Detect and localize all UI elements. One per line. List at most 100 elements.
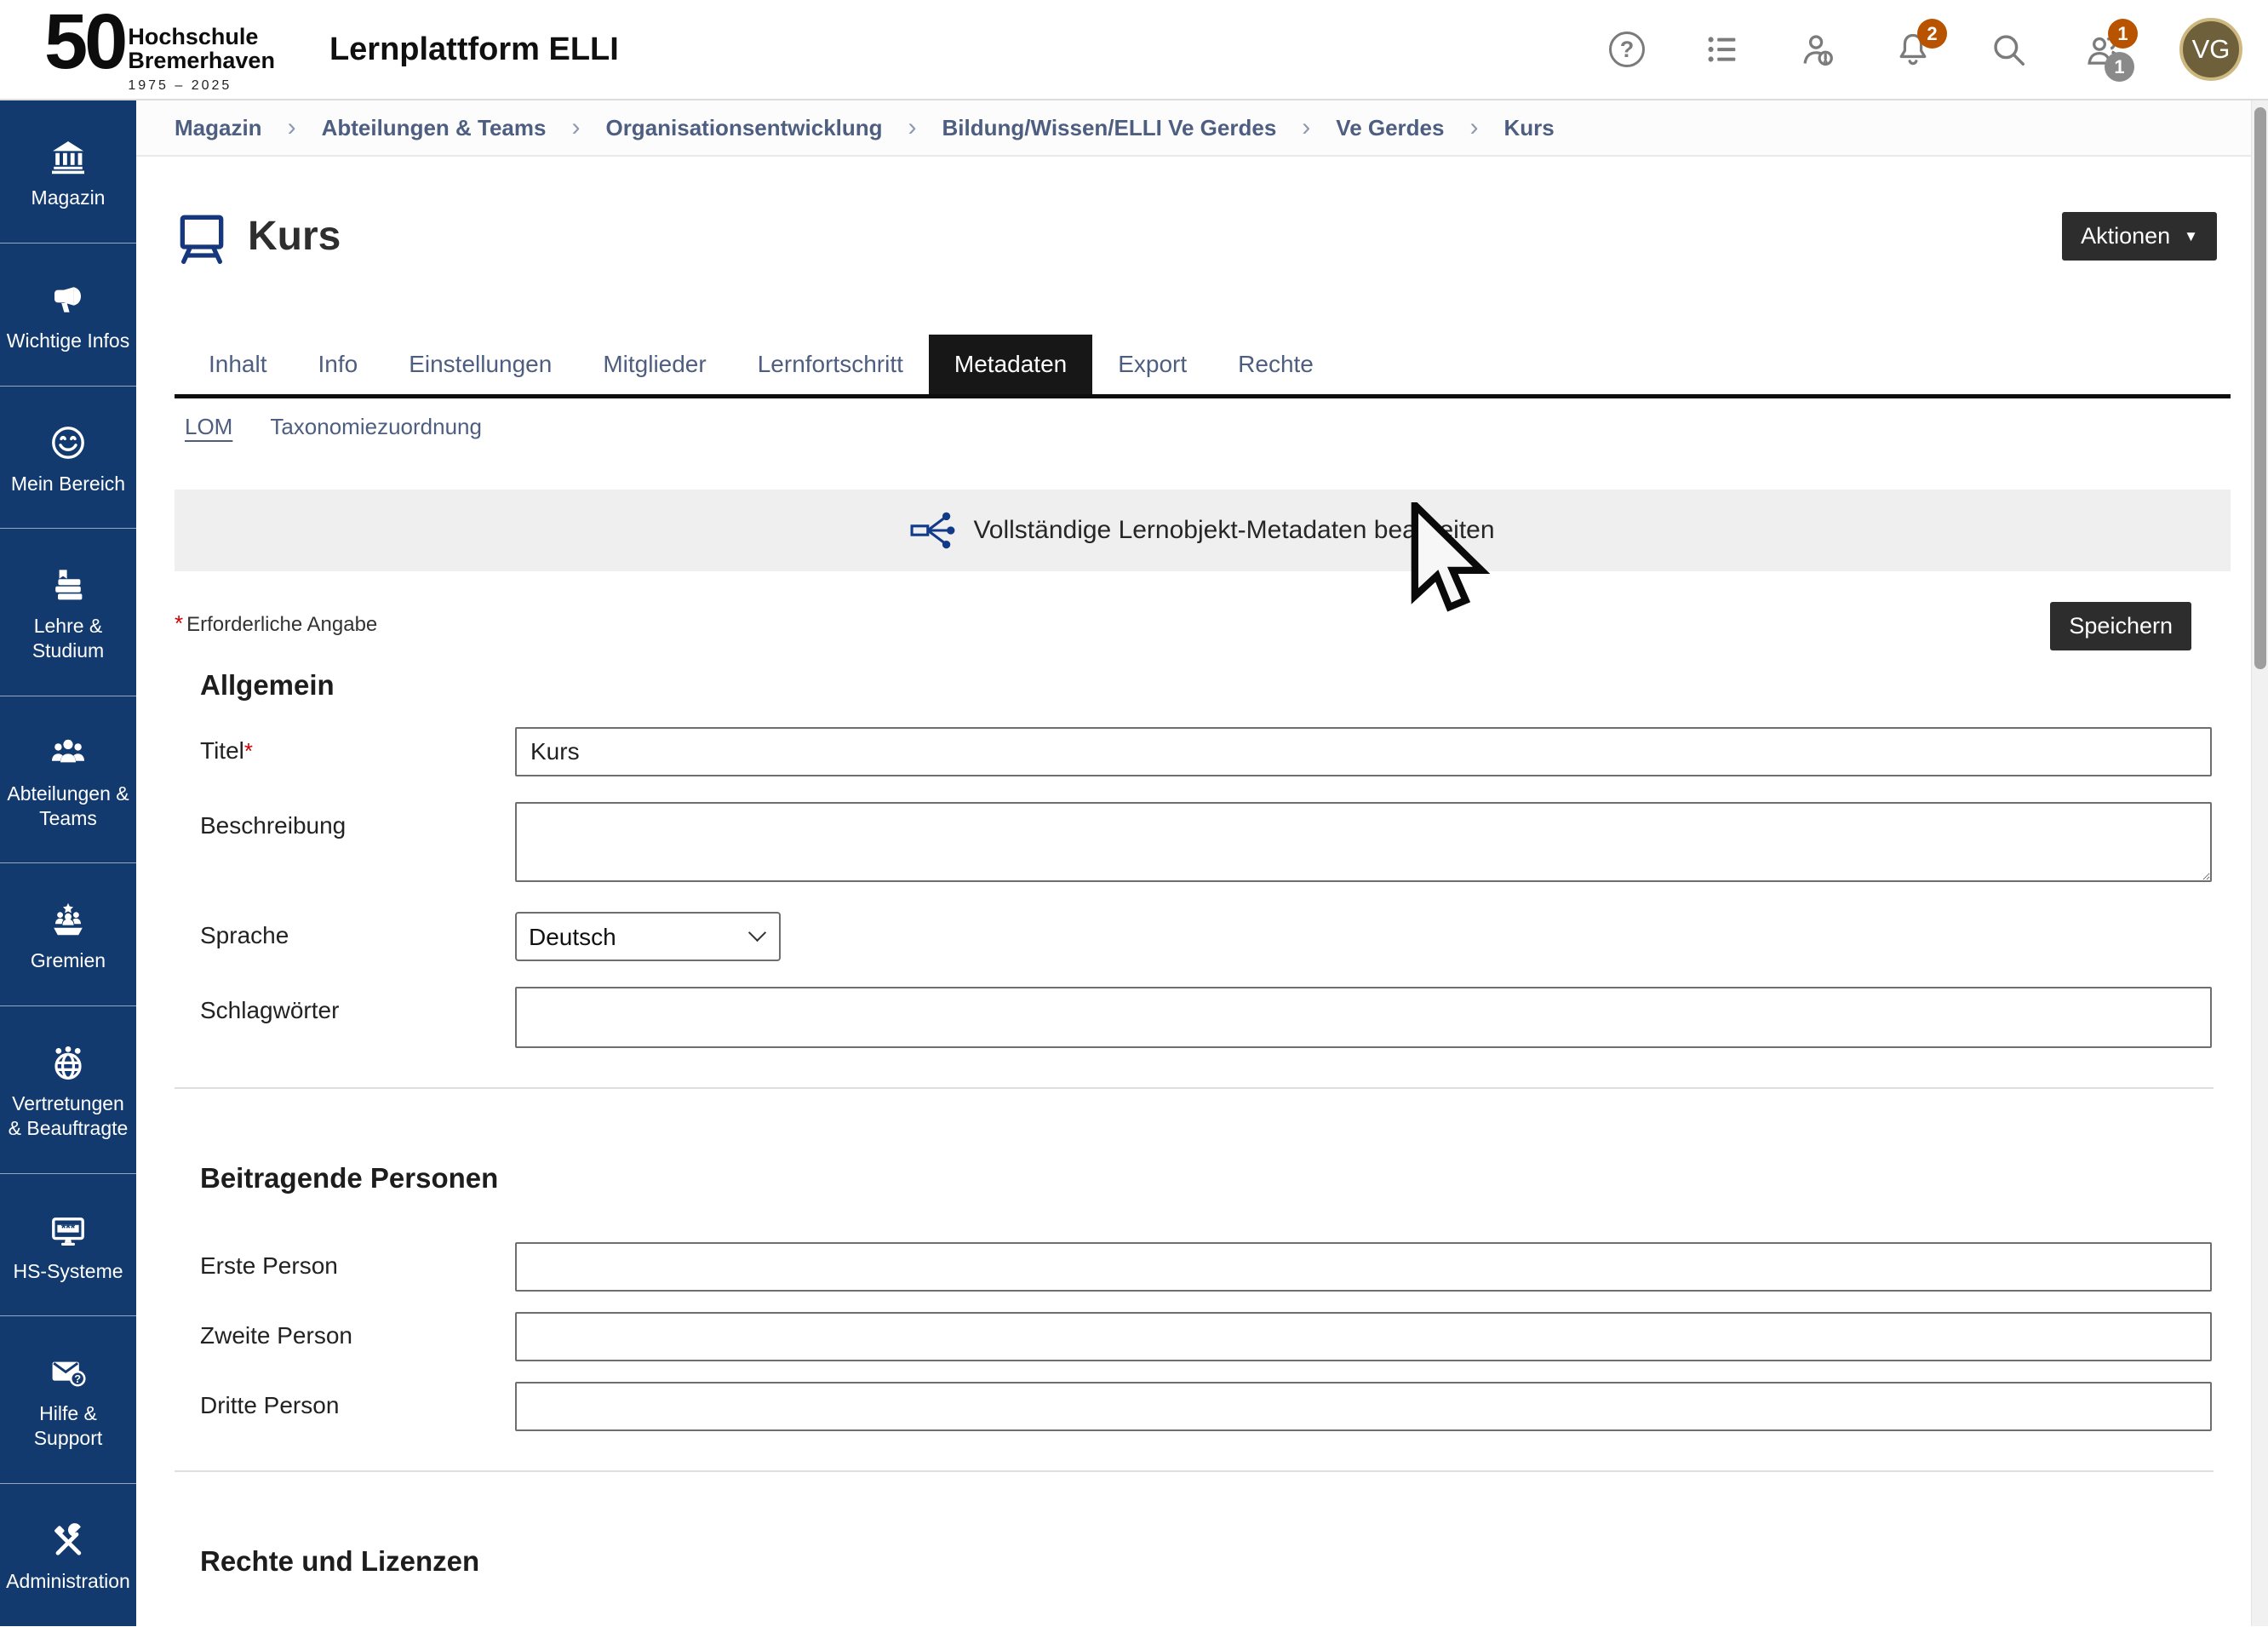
required-note: *Erforderliche Angabe	[175, 602, 377, 637]
bank-icon	[4, 136, 132, 177]
committee-icon	[4, 899, 132, 940]
breadcrumb-item[interactable]: Abteilungen & Teams	[322, 115, 547, 141]
required-asterisk: *	[244, 738, 253, 764]
user-avatar[interactable]: VG	[2179, 18, 2242, 81]
form-actions-row: *Erforderliche Angabe Speichern	[175, 602, 2231, 650]
breadcrumb-separator: ›	[288, 113, 296, 142]
course-easel-icon	[175, 209, 229, 264]
sidebar-label: Magazin	[4, 186, 132, 210]
sidebar-item-abteilungen-teams[interactable]: Abteilungen & Teams	[0, 696, 136, 864]
tab-mitglieder[interactable]: Mitglieder	[577, 335, 731, 394]
page-title: Kurs	[248, 213, 341, 260]
tab-inhalt[interactable]: Inhalt	[183, 335, 293, 394]
schlagwoerter-input[interactable]	[515, 987, 2212, 1048]
app-header: 50 Hochschule Bremerhaven 1975 – 2025 Le…	[0, 0, 2268, 100]
tab-rechte[interactable]: Rechte	[1212, 335, 1339, 394]
sidebar-label: Gremien	[4, 948, 132, 973]
person-alert-glyph	[1798, 30, 1837, 69]
tools-icon	[4, 1520, 132, 1561]
sidebar-item-lehre-studium[interactable]: Lehre & Studium	[0, 529, 136, 696]
erste-person-input[interactable]	[515, 1242, 2212, 1292]
user-status-icon[interactable]	[1798, 30, 1837, 69]
logo-text: Hochschule Bremerhaven 1975 – 2025	[128, 26, 275, 93]
banner-label: Vollständige Lernobjekt-Metadaten bearbe…	[973, 516, 1494, 545]
books-icon	[4, 564, 132, 605]
aktionen-button[interactable]: Aktionen ▼	[2062, 212, 2217, 261]
sidebar-item-vertretungen-beauftragte[interactable]: Vertretungen & Beauftragte	[0, 1006, 136, 1174]
hub-share-icon	[910, 511, 956, 550]
sidebar-label: Lehre & Studium	[4, 614, 132, 663]
help-icon[interactable]: ?	[1607, 30, 1647, 69]
zweite-person-input[interactable]	[515, 1312, 2212, 1361]
logo-50-mark: 50	[44, 5, 124, 79]
tab-einstellungen[interactable]: Einstellungen	[383, 335, 577, 394]
breadcrumb-item[interactable]: Organisationsentwicklung	[605, 115, 882, 141]
section-divider	[175, 1470, 2214, 1472]
globe-people-icon	[4, 1042, 132, 1083]
subtab-bar: LOM Taxonomiezuordnung	[185, 414, 2231, 440]
titel-label: Titel*	[175, 727, 515, 765]
tab-export[interactable]: Export	[1092, 335, 1212, 394]
notifications-badge: 2	[1917, 19, 1947, 49]
sidebar-label: Vertretungen & Beauftragte	[4, 1091, 132, 1141]
subtab-lom[interactable]: LOM	[185, 414, 232, 440]
sidebar-item-mein-bereich[interactable]: Mein Bereich	[0, 387, 136, 530]
form-row-zweite-person: Zweite Person	[175, 1312, 2231, 1361]
sidebar-item-gremien[interactable]: Gremien	[0, 863, 136, 1006]
logo-years: 1975 – 2025	[128, 78, 275, 94]
form-row-beschreibung: Beschreibung	[175, 802, 2231, 886]
magnifier-glyph	[1989, 30, 2028, 69]
breadcrumb-separator: ›	[1469, 113, 1478, 142]
sidebar-item-hilfe-support[interactable]: ? Hilfe & Support	[0, 1316, 136, 1484]
speichern-button[interactable]: Speichern	[2050, 602, 2191, 650]
contents-list-icon[interactable]	[1703, 30, 1742, 69]
vertical-scrollbar	[2251, 100, 2268, 1626]
sidebar-item-wichtige-infos[interactable]: Wichtige Infos	[0, 243, 136, 387]
notifications-bell-icon[interactable]: 2	[1893, 30, 1933, 69]
titel-input[interactable]	[515, 727, 2212, 776]
breadcrumb-item[interactable]: Ve Gerdes	[1336, 115, 1444, 141]
sidebar-item-hs-systeme[interactable]: *** HS-Systeme	[0, 1174, 136, 1317]
logo-name-line2: Bremerhaven	[128, 49, 275, 73]
subtab-taxonomiezuordnung[interactable]: Taxonomiezuordnung	[270, 414, 482, 440]
beschreibung-label: Beschreibung	[175, 802, 515, 839]
main-sidebar: Magazin Wichtige Infos Mein Bereich Lehr…	[0, 100, 136, 1626]
sidebar-item-administration[interactable]: Administration	[0, 1484, 136, 1627]
tab-lernfortschritt[interactable]: Lernfortschritt	[732, 335, 929, 394]
form-row-erste-person: Erste Person	[175, 1242, 2231, 1292]
sidebar-label: Abteilungen & Teams	[4, 782, 132, 831]
sidebar-label: Wichtige Infos	[4, 329, 132, 353]
svg-text:?: ?	[74, 1372, 81, 1385]
breadcrumb-separator: ›	[908, 113, 917, 142]
edit-full-metadata-banner[interactable]: Vollständige Lernobjekt-Metadaten bearbe…	[175, 490, 2231, 571]
contacts-badge-total: 1	[2105, 52, 2134, 82]
dritte-person-label: Dritte Person	[175, 1382, 515, 1419]
tab-bar: Inhalt Info Einstellungen Mitglieder Ler…	[175, 335, 2231, 398]
zweite-person-label: Zweite Person	[175, 1312, 515, 1349]
breadcrumb-item[interactable]: Magazin	[175, 115, 262, 141]
sprache-label: Sprache	[175, 912, 515, 949]
erste-person-label: Erste Person	[175, 1242, 515, 1280]
breadcrumb-item[interactable]: Bildung/Wissen/ELLI Ve Gerdes	[942, 115, 1277, 141]
people-group-icon	[4, 732, 132, 773]
smiley-icon	[4, 422, 132, 463]
contacts-icon[interactable]: 1 1	[2084, 30, 2123, 69]
sprache-select[interactable]: Deutsch	[515, 912, 781, 961]
breadcrumb-separator: ›	[1302, 113, 1310, 142]
form-row-titel: Titel*	[175, 727, 2231, 776]
tab-metadaten[interactable]: Metadaten	[929, 335, 1092, 394]
sidebar-label: Administration	[4, 1569, 132, 1594]
scrollbar-thumb[interactable]	[2254, 107, 2266, 669]
sidebar-label: HS-Systeme	[4, 1259, 132, 1284]
breadcrumb-item[interactable]: Kurs	[1503, 115, 1554, 141]
content-area: Magazin › Abteilungen & Teams › Organisati…	[136, 100, 2251, 1626]
app-title: Lernplattform ELLI	[329, 32, 619, 68]
sidebar-item-magazin[interactable]: Magazin	[0, 100, 136, 243]
hs-bremerhaven-logo[interactable]: 50 Hochschule Bremerhaven 1975 – 2025	[44, 5, 275, 93]
search-icon[interactable]	[1989, 30, 2028, 69]
question-mark-glyph: ?	[1609, 32, 1645, 67]
mail-question-icon: ?	[4, 1352, 132, 1393]
dritte-person-input[interactable]	[515, 1382, 2212, 1431]
tab-info[interactable]: Info	[293, 335, 384, 394]
beschreibung-textarea[interactable]	[515, 802, 2212, 882]
